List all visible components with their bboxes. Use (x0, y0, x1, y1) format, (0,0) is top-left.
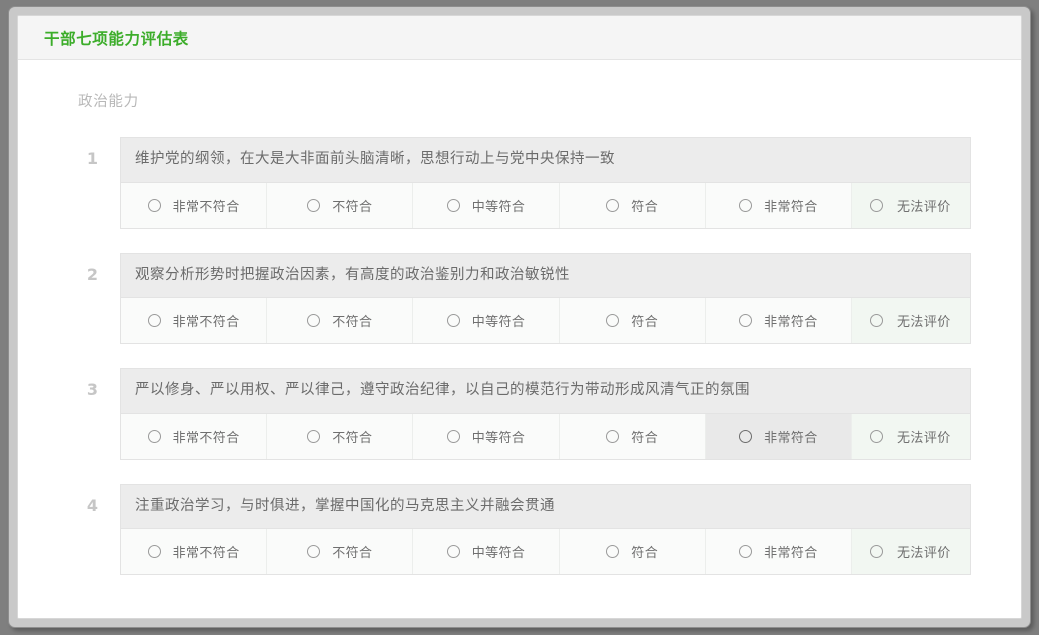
option-0[interactable]: 无法评价 (852, 529, 971, 575)
option-3[interactable]: 中等符合 (413, 413, 560, 459)
radio-unchecked-icon[interactable] (606, 545, 620, 559)
option-4[interactable]: 符合 (559, 529, 706, 575)
option-label: 不符合 (332, 199, 373, 215)
option-label: 符合 (631, 315, 659, 331)
option-label: 中等符合 (471, 199, 526, 215)
radio-unchecked-icon[interactable] (739, 314, 753, 328)
options-row: 非常不符合 不符合 中等符合 符合 非常符合 无法评价 (121, 298, 971, 344)
radio-unchecked-icon[interactable] (446, 198, 460, 212)
radio-unchecked-icon[interactable] (606, 314, 620, 328)
option-label: 非常符合 (764, 199, 818, 215)
radio-unchecked-icon[interactable] (307, 429, 321, 443)
option-label: 中等符合 (471, 546, 526, 562)
option-label: 符合 (631, 199, 659, 215)
radio-unchecked-icon[interactable] (307, 314, 321, 328)
radio-unchecked-icon[interactable] (870, 429, 884, 443)
option-5[interactable]: 非常符合 (705, 529, 853, 575)
option-4[interactable]: 符合 (559, 413, 706, 459)
option-label: 无法评价 (897, 199, 951, 215)
radio-unchecked-icon[interactable] (870, 314, 884, 328)
question-panel: 维护党的纲领，在大是大非面前头脑清晰，思想行动上与党中央保持一致非常不符合 不符合… (120, 137, 971, 229)
option-label: 中等符合 (471, 315, 526, 331)
question-number: 3 (86, 380, 98, 400)
option-label: 无法评价 (897, 430, 951, 446)
option-1[interactable]: 非常不符合 (121, 298, 268, 344)
option-0[interactable]: 无法评价 (852, 413, 971, 459)
option-label: 不符合 (332, 430, 373, 446)
option-label: 非常不符合 (172, 430, 240, 446)
option-label: 非常不符合 (172, 315, 240, 331)
option-2[interactable]: 不符合 (267, 529, 414, 575)
radio-unchecked-icon[interactable] (307, 545, 321, 559)
radio-unchecked-icon[interactable] (446, 545, 460, 559)
question-panel: 观察分析形势时把握政治因素，有高度的政治鉴别力和政治敏锐性非常不符合 不符合 中等符… (120, 252, 971, 345)
option-1[interactable]: 非常不符合 (121, 529, 268, 575)
options-row: 非常不符合 不符合 中等符合 符合 非常符合 无法评价 (121, 182, 971, 228)
option-label: 符合 (631, 546, 659, 562)
radio-unchecked-icon[interactable] (739, 198, 753, 212)
options-row: 非常不符合 不符合 中等符合 符合 非常符合 无法评价 (121, 529, 971, 575)
question-number: 2 (86, 264, 98, 284)
option-label: 不符合 (332, 546, 373, 562)
option-label: 中等符合 (471, 430, 526, 446)
radio-unchecked-icon[interactable] (307, 198, 321, 212)
title-bar: 干部七项能力评估表 (18, 16, 1021, 60)
question-text: 观察分析形势时把握政治因素，有高度的政治鉴别力和政治敏锐性 (121, 253, 970, 299)
option-label: 非常不符合 (172, 546, 240, 562)
option-2[interactable]: 不符合 (267, 413, 414, 459)
option-label: 无法评价 (897, 315, 951, 331)
option-label: 不符合 (332, 315, 373, 331)
question-text: 严以修身、严以用权、严以律己，遵守政治纪律，以自己的模范行为带动形成风清气正的氛… (121, 369, 970, 414)
option-2[interactable]: 不符合 (267, 298, 414, 344)
options-row: 非常不符合 不符合 中等符合 符合 非常符合 无法评价 (121, 413, 971, 459)
radio-unchecked-icon[interactable] (446, 429, 460, 443)
question-number: 4 (86, 495, 98, 515)
option-5[interactable]: 非常符合 (705, 413, 853, 459)
option-3[interactable]: 中等符合 (413, 529, 560, 575)
question-panel: 注重政治学习，与时俱进，掌握中国化的马克思主义并融会贯通非常不符合 不符合 中等符合… (120, 483, 971, 576)
radio-unchecked-icon[interactable] (739, 429, 753, 443)
option-label: 符合 (631, 430, 659, 446)
option-0[interactable]: 无法评价 (852, 298, 971, 344)
option-1[interactable]: 非常不符合 (121, 182, 268, 228)
question-text: 维护党的纲领，在大是大非面前头脑清晰，思想行动上与党中央保持一致 (121, 138, 970, 183)
radio-unchecked-icon[interactable] (147, 429, 161, 443)
radio-unchecked-icon[interactable] (147, 545, 161, 559)
page-title: 干部七项能力评估表 (44, 29, 189, 48)
option-4[interactable]: 符合 (559, 298, 706, 344)
option-5[interactable]: 非常符合 (705, 182, 853, 228)
radio-unchecked-icon[interactable] (147, 314, 161, 328)
question-panel: 严以修身、严以用权、严以律己，遵守政治纪律，以自己的模范行为带动形成风清气正的氛… (120, 368, 971, 460)
radio-unchecked-icon[interactable] (870, 198, 884, 212)
questions-container: 1 维护党的纲领，在大是大非面前头脑清晰，思想行动上与党中央保持一致 非常不符合 不符… (68, 137, 971, 576)
option-label: 非常符合 (764, 546, 818, 562)
radio-unchecked-icon[interactable] (606, 429, 620, 443)
radio-unchecked-icon[interactable] (870, 545, 884, 559)
option-3[interactable]: 中等符合 (413, 298, 560, 344)
option-label: 非常符合 (764, 315, 818, 331)
option-1[interactable]: 非常不符合 (121, 413, 268, 459)
radio-unchecked-icon[interactable] (446, 314, 460, 328)
window-frame: 干部七项能力评估表 政治能力 1 维护党的纲领，在大是大非面前头脑清晰，思想行动上… (8, 6, 1031, 628)
radio-unchecked-icon[interactable] (606, 198, 620, 212)
question-block: 4 注重政治学习，与时俱进，掌握中国化的马克思主义并融会贯通非常不符合 不符合 中等符… (68, 483, 971, 576)
option-0[interactable]: 无法评价 (852, 182, 971, 228)
question-block: 3 严以修身、严以用权、严以律己，遵守政治纪律，以自己的模范行为带动形成风清气正的… (68, 368, 971, 460)
option-3[interactable]: 中等符合 (413, 182, 560, 228)
question-block: 1 维护党的纲领，在大是大非面前头脑清晰，思想行动上与党中央保持一致非常不符合 不符… (68, 137, 971, 229)
radio-unchecked-icon[interactable] (739, 545, 753, 559)
option-label: 非常符合 (764, 430, 818, 446)
radio-unchecked-icon[interactable] (147, 198, 161, 212)
assessment-form: 政治能力 1 维护党的纲领，在大是大非面前头脑清晰，思想行动上与党中央保持一致 非常… (18, 60, 1021, 618)
question-text: 注重政治学习，与时俱进，掌握中国化的马克思主义并融会贯通 (121, 484, 970, 530)
option-2[interactable]: 不符合 (267, 182, 414, 228)
option-label: 非常不符合 (172, 199, 240, 215)
question-number: 1 (86, 149, 98, 168)
option-5[interactable]: 非常符合 (705, 298, 853, 344)
question-block: 2 观察分析形势时把握政治因素，有高度的政治鉴别力和政治敏锐性非常不符合 不符合 中等… (68, 252, 971, 345)
section-label-political-ability: 政治能力 (78, 94, 139, 110)
option-4[interactable]: 符合 (559, 182, 706, 228)
option-label: 无法评价 (897, 546, 951, 562)
window-content: 干部七项能力评估表 政治能力 1 维护党的纲领，在大是大非面前头脑清晰，思想行动上… (17, 15, 1022, 619)
